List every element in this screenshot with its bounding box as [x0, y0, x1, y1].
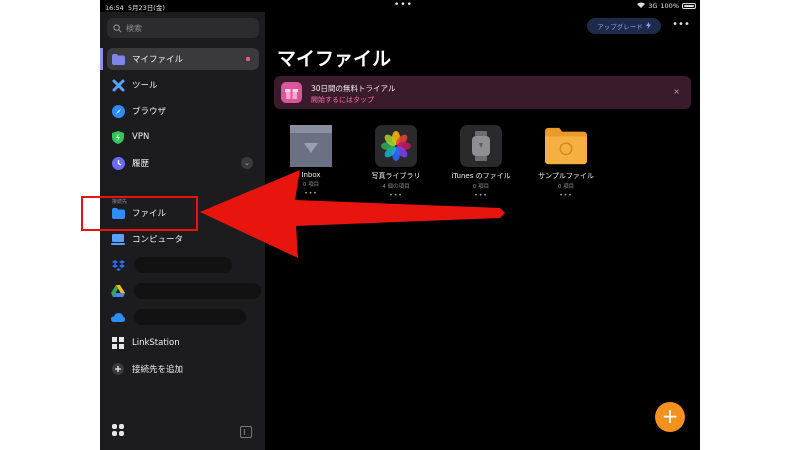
status-time-text: 16:54 — [105, 4, 124, 12]
add-button[interactable]: + — [655, 402, 685, 432]
google-drive-icon — [111, 284, 125, 298]
add-connection-button[interactable]: 接続先を追加 — [107, 358, 259, 380]
file-item-sample-files[interactable]: サンプルファイル 0 項目 ••• — [528, 125, 604, 199]
photos-icon — [375, 125, 417, 167]
onedrive-icon — [111, 310, 125, 324]
sidebar-item-google-drive[interactable] — [107, 280, 261, 302]
sidebar-item-tools[interactable]: ツール — [107, 74, 259, 96]
itunes-device-icon — [460, 125, 502, 167]
sidebar-item-vpn[interactable]: VPN — [107, 126, 259, 148]
dropbox-icon — [111, 258, 125, 272]
sample-folder-icon — [545, 125, 587, 167]
folder-icon — [111, 52, 125, 66]
sidebar-item-label: ブラウザ — [132, 107, 167, 117]
trial-banner[interactable]: 30日間の無料トライアル 開始するにはタップ × — [274, 76, 691, 109]
upgrade-button[interactable]: アップグレード — [587, 18, 661, 34]
clock-icon — [111, 156, 125, 170]
redacted-label — [134, 283, 261, 299]
collapse-sidebar-icon[interactable] — [240, 426, 252, 438]
status-time: 16:54 5月23日(金) — [105, 2, 165, 12]
sidebar-item-label: 履歴 — [132, 159, 150, 169]
sidebar-item-my-files[interactable]: マイファイル — [100, 48, 259, 70]
file-name: サンプルファイル — [538, 172, 594, 180]
more-options-button[interactable]: ••• — [669, 18, 693, 34]
red-arrow-icon — [200, 170, 505, 258]
search-placeholder: 検索 — [126, 23, 142, 33]
upgrade-label: アップグレード — [597, 23, 643, 31]
sidebar-item-label: VPN — [132, 132, 150, 142]
sidebar-item-onedrive[interactable] — [107, 306, 259, 328]
compass-icon — [111, 104, 125, 118]
status-right: 3G 100% — [637, 2, 696, 10]
linkstation-icon — [111, 336, 125, 350]
inbox-icon — [290, 125, 332, 167]
redacted-label — [134, 309, 246, 325]
close-icon[interactable]: × — [673, 87, 680, 96]
banner-subtitle: 開始するにはタップ — [311, 96, 374, 104]
shield-icon — [111, 130, 125, 144]
search-input[interactable]: 検索 — [107, 18, 259, 38]
apps-grid-icon — [112, 424, 124, 436]
sidebar-item-label: マイファイル — [132, 55, 184, 65]
sidebar-item-browser[interactable]: ブラウザ — [107, 100, 259, 122]
page-title: マイファイル — [277, 48, 392, 70]
tools-icon — [111, 78, 125, 92]
computer-icon — [111, 232, 125, 246]
sidebar-item-label: 接続先を追加 — [132, 365, 184, 375]
chevron-down-icon[interactable]: ⌄ — [241, 157, 253, 169]
network-label: 3G — [648, 2, 658, 10]
multitask-dots-icon[interactable]: ••• — [394, 0, 413, 10]
wifi-icon — [637, 2, 646, 10]
battery-percent: 100% — [660, 2, 679, 10]
gift-icon — [281, 82, 302, 103]
file-count: 0 項目 — [557, 184, 575, 190]
lightning-icon — [645, 21, 651, 31]
search-icon — [113, 23, 122, 32]
sidebar-item-label: コンピュータ — [132, 235, 184, 245]
sidebar-item-label: ツール — [132, 81, 158, 91]
sidebar-item-linkstation[interactable]: LinkStation — [107, 332, 259, 354]
battery-icon — [682, 3, 696, 9]
add-icon — [111, 362, 125, 376]
file-more-icon[interactable]: ••• — [528, 192, 604, 199]
banner-title: 30日間の無料トライアル — [311, 84, 396, 93]
highlight-box — [81, 196, 198, 231]
notification-dot — [246, 57, 250, 61]
sidebar-item-label: LinkStation — [132, 338, 180, 348]
status-date-text: 5月23日(金) — [127, 4, 165, 12]
apps-button[interactable] — [112, 424, 124, 436]
status-bar: 16:54 5月23日(金) ••• 3G 100% — [100, 0, 700, 12]
